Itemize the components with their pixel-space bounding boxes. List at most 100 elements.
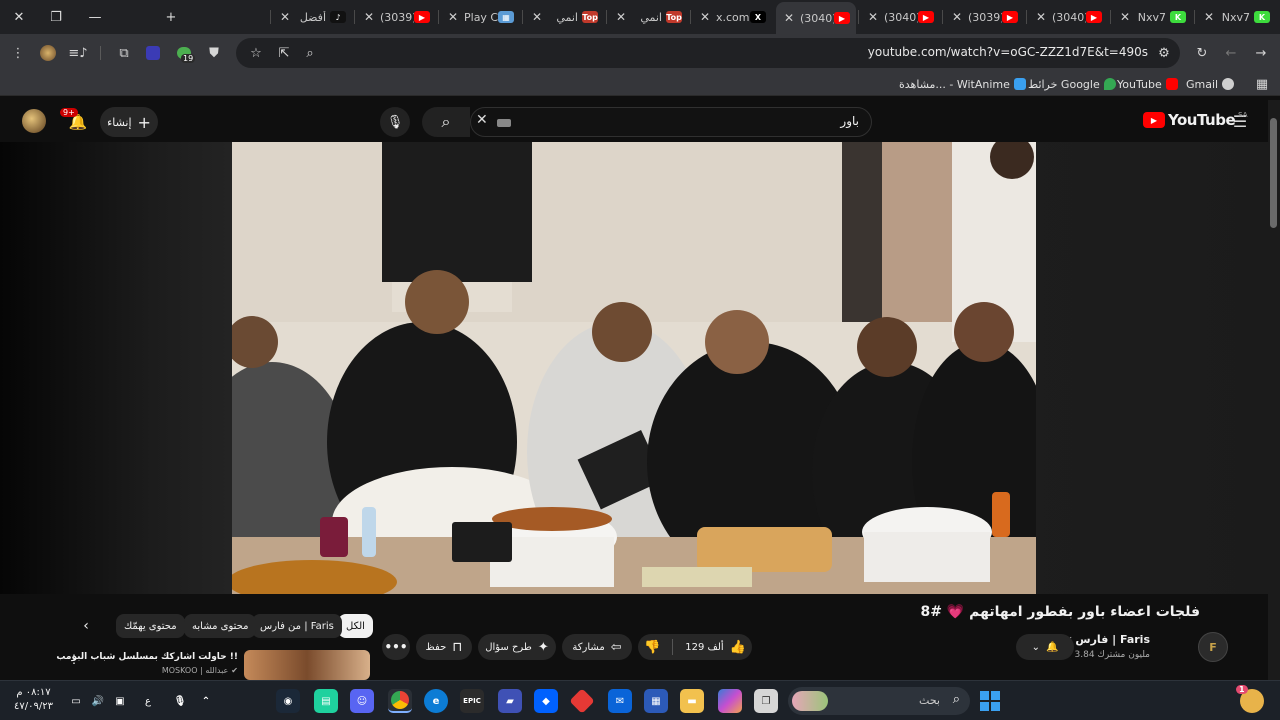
zoom-icon[interactable]: ⌕ [300, 43, 320, 63]
extension-chat-icon[interactable]: 19 [174, 43, 196, 63]
youtube-logo[interactable]: ▶ YouTube SA [1143, 111, 1248, 129]
back-icon[interactable]: → [1251, 43, 1271, 63]
shield-icon[interactable]: ⛊ [204, 43, 224, 63]
browser-tab[interactable]: ✕ Play C ▦ [440, 4, 520, 30]
like-icon[interactable]: 👍 [730, 640, 746, 655]
new-tab-icon[interactable]: + [160, 6, 182, 28]
account-avatar[interactable] [22, 109, 46, 133]
media-control-icon[interactable]: ≡♪ [68, 43, 88, 63]
browser-tab[interactable]: ✕ أفضل ♪ [272, 4, 352, 30]
close-tab-icon[interactable]: ✕ [950, 10, 964, 24]
share-button[interactable]: مشاركة ⇦ [562, 634, 632, 660]
browser-tab[interactable]: ✕ Nxv7 K [1196, 4, 1276, 30]
video-frame[interactable] [232, 142, 1036, 594]
save-button[interactable]: حفظ ⊓ [416, 634, 472, 660]
battery-icon[interactable]: ▭ [64, 689, 88, 713]
close-tab-icon[interactable]: ✕ [362, 10, 376, 24]
close-tab-icon[interactable]: ✕ [278, 10, 292, 24]
recommendation-menu-icon[interactable]: ⋮ [68, 652, 80, 666]
install-app-icon[interactable]: ⇱ [274, 43, 294, 63]
browser-tab[interactable]: ✕ x.com X [692, 4, 772, 30]
outlook-icon[interactable]: ✉ [608, 689, 632, 713]
profile-avatar[interactable] [38, 43, 58, 63]
close-tab-icon[interactable]: ✕ [782, 11, 796, 25]
bookmark-maps[interactable]: خرائط Google [1028, 76, 1116, 92]
recommendation-thumbnail[interactable] [244, 650, 370, 680]
close-tab-icon[interactable]: ✕ [1202, 10, 1216, 24]
visual-studio-icon[interactable]: ▰ [498, 689, 522, 713]
clear-search-icon[interactable]: ✕ [476, 112, 488, 128]
browser-tab[interactable]: ✕ انمي Top [608, 4, 688, 30]
steam-icon[interactable]: ◉ [276, 689, 300, 713]
subscribe-bell-button[interactable]: ⌄ 🔔 [1016, 634, 1074, 660]
volume-icon[interactable]: 🔊 [86, 689, 110, 713]
forward-icon[interactable]: ← [1221, 43, 1241, 63]
extension-game-icon[interactable] [143, 43, 163, 63]
dislike-icon[interactable]: 👎 [644, 640, 660, 655]
channel-avatar[interactable]: F [1198, 632, 1228, 662]
tray-chevron-up-icon[interactable]: ⌃ [194, 689, 218, 713]
discord-icon[interactable]: ☺ [350, 689, 374, 713]
close-tab-icon[interactable]: ✕ [1118, 10, 1132, 24]
close-tab-icon[interactable]: ✕ [866, 10, 880, 24]
create-button[interactable]: إنشاء + [100, 107, 158, 137]
close-tab-icon[interactable]: ✕ [614, 10, 628, 24]
channel-name[interactable]: ✔ فارس | Faris [1066, 633, 1150, 646]
bookmark-gmail[interactable]: Gmail [1186, 76, 1235, 92]
browser-tab[interactable]: ✕ انمي Top [524, 4, 604, 30]
chip-related[interactable]: محتوى مشابه [184, 614, 257, 638]
edge-icon[interactable]: e [424, 689, 448, 713]
dropbox-icon[interactable]: ◆ [534, 689, 558, 713]
like-count[interactable]: 129 ألف [685, 642, 723, 653]
browser-tab[interactable]: ✕ (3040) ▶ [1028, 4, 1108, 30]
close-tab-icon[interactable]: ✕ [530, 10, 544, 24]
network-icon[interactable]: ▣ [108, 689, 132, 713]
copilot-icon[interactable] [718, 689, 742, 713]
clock[interactable]: ٠٨:١٧ م ٤٧/٠٩/٢٣ [14, 686, 53, 714]
file-explorer-icon[interactable]: ▬ [680, 689, 704, 713]
game-bar-icon[interactable]: ▤ [314, 689, 338, 713]
recommendation-item[interactable]: حاولت اشاركك بمسلسل شباب البومب !! MOSKO… [56, 650, 372, 680]
extensions-icon[interactable]: ⧉ [114, 43, 134, 63]
menu-dots-icon[interactable]: ⋮ [8, 43, 28, 63]
widgets-icon[interactable]: 1 [1236, 685, 1264, 713]
scrollbar-thumb[interactable] [1270, 118, 1277, 228]
close-tab-icon[interactable]: ✕ [698, 10, 712, 24]
windows-start-icon[interactable] [978, 689, 1002, 713]
browser-tab[interactable]: ✕ (3040) ▶ [776, 2, 856, 34]
site-settings-icon[interactable]: ⚙ [1154, 43, 1174, 63]
browser-tab[interactable]: ✕ (3039) ▶ [944, 4, 1024, 30]
chips-prev-button[interactable]: ‹ [74, 618, 98, 638]
restore-window-icon[interactable]: ❐ [45, 6, 67, 28]
address-bar[interactable]: ☆ ⇱ ⌕ youtube.com/watch?v=oGC-ZZZ1d7E&t=… [236, 38, 1180, 68]
reload-icon[interactable]: ↻ [1192, 43, 1212, 63]
language-indicator[interactable]: ع [136, 689, 160, 713]
close-tab-icon[interactable]: ✕ [1034, 10, 1048, 24]
chrome-icon[interactable] [388, 689, 412, 713]
bookmark-witanime[interactable]: مشاهدة... - WitAnime [899, 76, 1026, 92]
microphone-tray-icon[interactable]: 🎙 [168, 689, 192, 713]
chip-all[interactable]: الكل [338, 614, 373, 638]
page-scrollbar[interactable] [1268, 100, 1280, 680]
minimize-window-icon[interactable]: — [84, 6, 106, 28]
more-actions-button[interactable]: ••• [382, 634, 410, 660]
search-button[interactable]: ⌕ [422, 107, 470, 137]
browser-tab[interactable]: ✕ (3040) ▶ [860, 4, 940, 30]
url-text[interactable]: youtube.com/watch?v=oGC-ZZZ1d7E&t=490s [868, 45, 1148, 59]
keyboard-icon[interactable] [497, 119, 511, 127]
browser-tab[interactable]: ✕ Nxv7 K [1112, 4, 1192, 30]
voice-search-button[interactable]: 🎙 [380, 107, 410, 137]
taskbar-search-input[interactable]: بحث ⌕ [788, 687, 970, 715]
chip-from-channel[interactable]: من فارس | Faris [252, 614, 342, 638]
anydesk-icon[interactable] [569, 688, 595, 714]
window-icon[interactable]: ❐ [754, 689, 778, 713]
epic-games-icon[interactable]: EPIC [460, 689, 484, 713]
bookmark-star-icon[interactable]: ☆ [246, 43, 266, 63]
chip-for-you[interactable]: محتوى يهمّك [116, 614, 185, 638]
browser-tab[interactable]: ✕ (3039) ▶ [356, 4, 436, 30]
video-player[interactable] [0, 142, 1268, 594]
store-icon[interactable]: ▦ [644, 689, 668, 713]
search-input[interactable]: باور ✕ [470, 107, 872, 137]
close-tab-icon[interactable]: ✕ [446, 10, 460, 24]
all-bookmarks-icon[interactable]: ▦ [1252, 74, 1272, 94]
